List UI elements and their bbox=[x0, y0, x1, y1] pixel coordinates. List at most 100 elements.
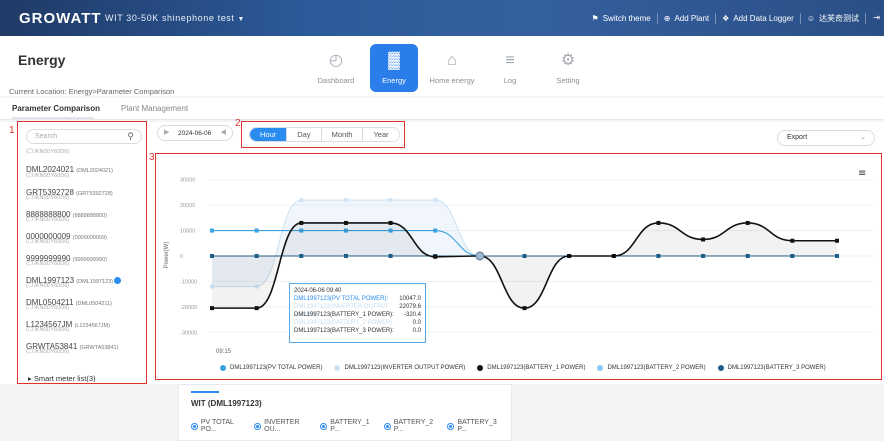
y-tick-label: -30000 bbox=[180, 330, 197, 336]
list-item[interactable]: (❒ IKN0DY60D6) GRT5392728 (GRT5392728) bbox=[26, 173, 146, 197]
legend-item[interactable]: DML1997123(BATTERY_2 POWER) bbox=[597, 365, 706, 371]
list-item[interactable]: (❒ IKN0DY60D6) GRWTA53841 (GRWTA53841) bbox=[26, 327, 146, 351]
caret-down-icon: ▼ bbox=[237, 16, 246, 23]
chart-svg[interactable]: 30000 20000 10000 0 -10000 -20000 -30000 Power(… bbox=[158, 155, 882, 378]
radio-icon bbox=[447, 422, 455, 430]
legend-item[interactable]: DML1997123(PV TOTAL POWER) bbox=[220, 365, 322, 371]
y-axis-label: Power(W) bbox=[164, 242, 170, 269]
data-point bbox=[388, 220, 393, 225]
list-item[interactable]: (❒ IKN0DY60D6) L1234567JM (L1234567JM) bbox=[26, 305, 146, 329]
tooltip-row: DML1997123(PV TOTAL POWER): 10047.0 bbox=[294, 295, 421, 303]
series-option[interactable]: BATTERY_2 P... bbox=[383, 419, 444, 433]
device-list: (❒ IKN0DY60D6) DML2024021 (DML2024021) (… bbox=[26, 149, 146, 371]
legend-label: DML1997123(PV TOTAL POWER) bbox=[230, 365, 323, 371]
page-title: Energy bbox=[18, 52, 66, 68]
tab-parameter-comparison[interactable]: Parameter Comparison bbox=[12, 104, 100, 113]
tooltip-value: 0.0 bbox=[412, 328, 421, 334]
device-sn: (❒ IKN0DY60D6) bbox=[26, 283, 70, 289]
device-sn: (❒ IKN0DY60D6) bbox=[26, 349, 70, 355]
legend-dot bbox=[477, 365, 484, 371]
top-bar: GROWATT WIT 30-50K shinephone test ▼ ⚑ Swi… bbox=[0, 0, 884, 36]
plant-selector[interactable]: WIT 30-50K shinephone test ▼ bbox=[105, 13, 245, 23]
device-sn: (❒ IKN0DY60D6) bbox=[26, 195, 70, 201]
add-plant-label: Add Plant bbox=[674, 14, 710, 23]
tab-plant-management[interactable]: Plant Management bbox=[121, 104, 188, 113]
menu-icon: ≡ bbox=[858, 168, 866, 179]
device-sn: (❒ IKN0DY60D6) bbox=[26, 305, 70, 311]
legend-item[interactable]: DML1997123(INVERTER OUTPUT POWER) bbox=[334, 365, 465, 371]
y-tick-label: 10000 bbox=[180, 229, 195, 235]
period-month-button[interactable]: Month bbox=[321, 128, 364, 141]
active-tab-underline bbox=[12, 117, 94, 119]
switch-theme-button[interactable]: ⚑ Switch theme bbox=[586, 13, 658, 24]
y-tick-label: -10000 bbox=[180, 279, 197, 285]
energy-bars-icon: ▓ bbox=[388, 51, 400, 69]
tab-setting[interactable]: ⚙ Setting bbox=[544, 44, 592, 92]
radio-icon bbox=[383, 422, 391, 430]
legend-item[interactable]: DML1997123(BATTERY_1 POWER) bbox=[477, 365, 585, 371]
next-date-icon[interactable]: ◀ bbox=[221, 128, 226, 136]
period-hour-button[interactable]: Hour bbox=[250, 128, 288, 141]
power-chart[interactable]: 30000 20000 10000 0 -10000 -20000 -30000 Power(… bbox=[158, 155, 882, 378]
period-year-button[interactable]: Year bbox=[363, 128, 399, 141]
add-plant-button[interactable]: ⊕ Add Plant bbox=[658, 13, 717, 24]
series-option[interactable]: BATTERY_1 P... bbox=[320, 419, 380, 433]
tab-home-energy[interactable]: ⌂ Home energy bbox=[428, 44, 476, 92]
device-series-card: WIT (DML1997123) PV TOTAL PO... INVERTER… bbox=[178, 384, 512, 441]
series-option-label: BATTERY_1 P... bbox=[330, 419, 370, 433]
search-icon: ⚲ bbox=[127, 131, 134, 141]
tooltip-value: 10047.0 bbox=[399, 296, 421, 302]
x-tick-label: 09:15 bbox=[216, 349, 232, 355]
list-item[interactable]: (❒ IKN0DY60D6) 9999999990 (9999999990) bbox=[26, 239, 146, 263]
y-tick-label: -20000 bbox=[180, 305, 197, 311]
tab-energy[interactable]: ▓ Energy bbox=[370, 44, 418, 92]
list-item[interactable]: (❒ IKN0DY60D6) 0000000009 (0000000009) bbox=[26, 217, 146, 241]
tooltip-row: DML1997123(BATTERY_2 POWER): 0.0 bbox=[294, 319, 421, 327]
search-input[interactable]: Search ⚲ bbox=[26, 129, 142, 144]
data-point bbox=[745, 220, 750, 225]
data-point bbox=[433, 228, 438, 233]
legend-dot bbox=[597, 365, 604, 371]
smart-meter-list-toggle[interactable]: ▸ Smart meter list(3) bbox=[28, 374, 96, 382]
series-option[interactable]: INVERTER OU... bbox=[254, 419, 316, 433]
tooltip-value: -320.4 bbox=[403, 312, 421, 318]
tooltip-row: DML1997123(BATTERY_1 POWER): -320.4 bbox=[294, 311, 421, 319]
period-day-button[interactable]: Day bbox=[287, 128, 322, 141]
y-tick-label: 0 bbox=[180, 254, 183, 260]
tooltip-row: DML1997123(BATTERY_3 POWER): 0.0 bbox=[294, 327, 421, 335]
data-point bbox=[433, 198, 438, 203]
y-tick-label: 20000 bbox=[180, 203, 195, 209]
user-menu[interactable]: ☺ 达芙奇测试 bbox=[801, 13, 866, 24]
list-item[interactable]: (❒ IKN0DY60D6) DML1997123 (DML1997123) bbox=[26, 261, 146, 285]
series-option[interactable]: PV TOTAL PO... bbox=[191, 419, 250, 433]
data-point bbox=[656, 220, 661, 225]
data-point bbox=[254, 228, 259, 233]
logger-icon: ❖ bbox=[722, 14, 730, 23]
series-option[interactable]: BATTERY_3 P... bbox=[447, 419, 507, 433]
series-option-label: BATTERY_2 P... bbox=[393, 419, 434, 433]
prev-date-icon[interactable]: ▶ bbox=[164, 128, 169, 136]
y-tick-label: 30000 bbox=[180, 178, 195, 184]
radio-icon bbox=[320, 422, 328, 430]
series-option-label: PV TOTAL PO... bbox=[200, 419, 234, 433]
device-sn: (❒ IKN0DY60D6) bbox=[26, 149, 70, 155]
list-item[interactable]: (❒ IKN0DY60D6) bbox=[26, 349, 146, 371]
legend-label: DML1997123(BATTERY_2 POWER) bbox=[607, 365, 706, 371]
annotation-2: 2 bbox=[235, 118, 241, 129]
date-picker[interactable]: ▶ 2024-06-06 ◀ bbox=[157, 125, 233, 141]
device-sn: (❒ IKN0DY60D6) bbox=[26, 327, 70, 333]
switch-theme-label: Switch theme bbox=[602, 14, 651, 23]
export-select[interactable]: Export ⌄ bbox=[777, 130, 875, 146]
tab-log[interactable]: ≡ Log bbox=[486, 44, 534, 92]
list-item[interactable]: (❒ IKN0DY60D6) 8888888800 (8888888800) bbox=[26, 195, 146, 219]
growatt-logo[interactable]: GROWATT bbox=[19, 10, 102, 27]
legend-item[interactable]: DML1997123(BATTERY_3 POWER) bbox=[717, 365, 826, 371]
list-item[interactable]: (❒ IKN0DY60D6) DML0504211 (DML0504211) bbox=[26, 283, 146, 307]
radio-icon bbox=[254, 422, 262, 430]
tooltip-label: DML1997123(PV TOTAL POWER): bbox=[294, 296, 389, 302]
date-value: 2024-06-06 bbox=[178, 130, 212, 137]
legend-label: DML1997123(BATTERY_1 POWER) bbox=[487, 365, 586, 371]
add-data-logger-button[interactable]: ❖ Add Data Logger bbox=[716, 13, 801, 24]
logout-icon[interactable]: ⇥ bbox=[866, 13, 884, 24]
tab-dashboard[interactable]: ◴ Dashboard bbox=[312, 44, 360, 92]
